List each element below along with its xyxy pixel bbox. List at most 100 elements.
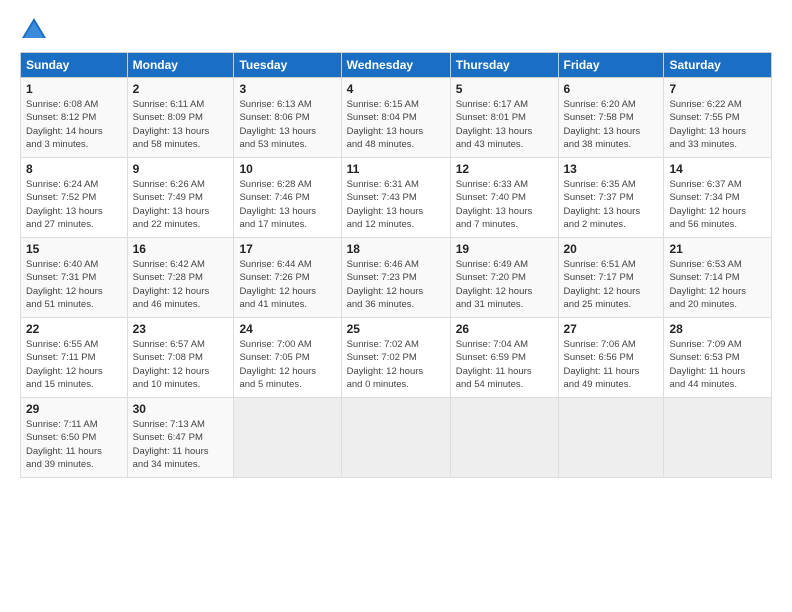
day-number: 29 bbox=[26, 402, 122, 416]
day-number: 10 bbox=[239, 162, 335, 176]
day-cell: 17 Sunrise: 6:44 AM Sunset: 7:26 PM Dayli… bbox=[234, 238, 341, 318]
day-cell: 19Sunrise: 6:49 AM Sunset: 7:20 PM Dayli… bbox=[450, 238, 558, 318]
day-cell: 13 Sunrise: 6:35 AM Sunset: 7:37 PM Dayli… bbox=[558, 158, 664, 238]
day-cell: 25 Sunrise: 7:02 AM Sunset: 7:02 PM Dayli… bbox=[341, 318, 450, 398]
day-cell bbox=[664, 398, 772, 478]
day-info: Sunrise: 6:46 AM Sunset: 7:23 PM Dayligh… bbox=[347, 258, 445, 311]
day-number: 13 bbox=[564, 162, 659, 176]
day-cell: 18 Sunrise: 6:46 AM Sunset: 7:23 PM Dayli… bbox=[341, 238, 450, 318]
logo bbox=[20, 16, 52, 44]
day-cell: 24 Sunrise: 7:00 AM Sunset: 7:05 PM Dayli… bbox=[234, 318, 341, 398]
day-number: 16 bbox=[133, 242, 229, 256]
day-cell: 30 Sunrise: 7:13 AM Sunset: 6:47 PM Dayli… bbox=[127, 398, 234, 478]
day-info: Sunrise: 6:35 AM Sunset: 7:37 PM Dayligh… bbox=[564, 178, 659, 231]
day-cell: 9 Sunrise: 6:26 AM Sunset: 7:49 PM Daylig… bbox=[127, 158, 234, 238]
day-number: 23 bbox=[133, 322, 229, 336]
day-info: Sunrise: 6:11 AM Sunset: 8:09 PM Dayligh… bbox=[133, 98, 229, 151]
day-cell: 14 Sunrise: 6:37 AM Sunset: 7:34 PM Dayli… bbox=[664, 158, 772, 238]
day-number: 14 bbox=[669, 162, 766, 176]
day-info: Sunrise: 6:40 AM Sunset: 7:31 PM Dayligh… bbox=[26, 258, 122, 311]
day-info: Sunrise: 6:24 AM Sunset: 7:52 PM Dayligh… bbox=[26, 178, 122, 231]
day-info: Sunrise: 6:57 AM Sunset: 7:08 PM Dayligh… bbox=[133, 338, 229, 391]
page: SundayMondayTuesdayWednesdayThursdayFrid… bbox=[0, 0, 792, 612]
day-number: 18 bbox=[347, 242, 445, 256]
day-info: Sunrise: 6:20 AM Sunset: 7:58 PM Dayligh… bbox=[564, 98, 659, 151]
day-info: Sunrise: 6:51 AM Sunset: 7:17 PM Dayligh… bbox=[564, 258, 659, 311]
day-info: Sunrise: 6:49 AM Sunset: 7:20 PM Dayligh… bbox=[456, 258, 553, 311]
day-number: 26 bbox=[456, 322, 553, 336]
col-header-monday: Monday bbox=[127, 53, 234, 78]
day-number: 27 bbox=[564, 322, 659, 336]
col-header-saturday: Saturday bbox=[664, 53, 772, 78]
day-number: 9 bbox=[133, 162, 229, 176]
day-cell: 1Sunrise: 6:08 AM Sunset: 8:12 PM Daylig… bbox=[21, 78, 128, 158]
logo-icon bbox=[20, 16, 48, 44]
day-cell: 8 Sunrise: 6:24 AM Sunset: 7:52 PM Daylig… bbox=[21, 158, 128, 238]
day-cell: 23 Sunrise: 6:57 AM Sunset: 7:08 PM Dayli… bbox=[127, 318, 234, 398]
col-header-thursday: Thursday bbox=[450, 53, 558, 78]
day-info: Sunrise: 6:22 AM Sunset: 7:55 PM Dayligh… bbox=[669, 98, 766, 151]
day-info: Sunrise: 6:37 AM Sunset: 7:34 PM Dayligh… bbox=[669, 178, 766, 231]
day-cell: 16Sunrise: 6:42 AM Sunset: 7:28 PM Dayli… bbox=[127, 238, 234, 318]
day-cell: 3Sunrise: 6:13 AM Sunset: 8:06 PM Daylig… bbox=[234, 78, 341, 158]
day-cell: 22 Sunrise: 6:55 AM Sunset: 7:11 PM Dayli… bbox=[21, 318, 128, 398]
day-cell: 29 Sunrise: 7:11 AM Sunset: 6:50 PM Dayli… bbox=[21, 398, 128, 478]
day-info: Sunrise: 6:31 AM Sunset: 7:43 PM Dayligh… bbox=[347, 178, 445, 231]
day-cell: 7 Sunrise: 6:22 AM Sunset: 7:55 PM Daylig… bbox=[664, 78, 772, 158]
day-info: Sunrise: 6:33 AM Sunset: 7:40 PM Dayligh… bbox=[456, 178, 553, 231]
day-info: Sunrise: 7:06 AM Sunset: 6:56 PM Dayligh… bbox=[564, 338, 659, 391]
col-header-sunday: Sunday bbox=[21, 53, 128, 78]
col-header-tuesday: Tuesday bbox=[234, 53, 341, 78]
day-number: 7 bbox=[669, 82, 766, 96]
day-info: Sunrise: 6:55 AM Sunset: 7:11 PM Dayligh… bbox=[26, 338, 122, 391]
day-info: Sunrise: 6:28 AM Sunset: 7:46 PM Dayligh… bbox=[239, 178, 335, 231]
day-cell: 6 Sunrise: 6:20 AM Sunset: 7:58 PM Daylig… bbox=[558, 78, 664, 158]
day-info: Sunrise: 7:00 AM Sunset: 7:05 PM Dayligh… bbox=[239, 338, 335, 391]
day-info: Sunrise: 6:15 AM Sunset: 8:04 PM Dayligh… bbox=[347, 98, 445, 151]
day-number: 22 bbox=[26, 322, 122, 336]
day-number: 3 bbox=[239, 82, 335, 96]
day-cell bbox=[341, 398, 450, 478]
day-number: 2 bbox=[133, 82, 229, 96]
week-row-2: 8 Sunrise: 6:24 AM Sunset: 7:52 PM Daylig… bbox=[21, 158, 772, 238]
day-cell: 26 Sunrise: 7:04 AM Sunset: 6:59 PM Dayli… bbox=[450, 318, 558, 398]
week-row-5: 29 Sunrise: 7:11 AM Sunset: 6:50 PM Dayli… bbox=[21, 398, 772, 478]
col-header-wednesday: Wednesday bbox=[341, 53, 450, 78]
day-number: 25 bbox=[347, 322, 445, 336]
day-number: 24 bbox=[239, 322, 335, 336]
day-number: 8 bbox=[26, 162, 122, 176]
day-info: Sunrise: 6:26 AM Sunset: 7:49 PM Dayligh… bbox=[133, 178, 229, 231]
day-number: 6 bbox=[564, 82, 659, 96]
day-info: Sunrise: 7:04 AM Sunset: 6:59 PM Dayligh… bbox=[456, 338, 553, 391]
week-row-3: 15Sunrise: 6:40 AM Sunset: 7:31 PM Dayli… bbox=[21, 238, 772, 318]
day-info: Sunrise: 7:11 AM Sunset: 6:50 PM Dayligh… bbox=[26, 418, 122, 471]
calendar-table: SundayMondayTuesdayWednesdayThursdayFrid… bbox=[20, 52, 772, 478]
day-info: Sunrise: 7:13 AM Sunset: 6:47 PM Dayligh… bbox=[133, 418, 229, 471]
day-info: Sunrise: 6:17 AM Sunset: 8:01 PM Dayligh… bbox=[456, 98, 553, 151]
day-cell: 10 Sunrise: 6:28 AM Sunset: 7:46 PM Dayli… bbox=[234, 158, 341, 238]
day-cell: 4Sunrise: 6:15 AM Sunset: 8:04 PM Daylig… bbox=[341, 78, 450, 158]
day-cell: 28Sunrise: 7:09 AM Sunset: 6:53 PM Dayli… bbox=[664, 318, 772, 398]
day-number: 5 bbox=[456, 82, 553, 96]
day-cell: 5 Sunrise: 6:17 AM Sunset: 8:01 PM Daylig… bbox=[450, 78, 558, 158]
header bbox=[20, 16, 772, 44]
col-header-friday: Friday bbox=[558, 53, 664, 78]
day-cell bbox=[234, 398, 341, 478]
day-cell: 11Sunrise: 6:31 AM Sunset: 7:43 PM Dayli… bbox=[341, 158, 450, 238]
day-number: 17 bbox=[239, 242, 335, 256]
day-info: Sunrise: 6:44 AM Sunset: 7:26 PM Dayligh… bbox=[239, 258, 335, 311]
day-number: 12 bbox=[456, 162, 553, 176]
week-row-1: 1Sunrise: 6:08 AM Sunset: 8:12 PM Daylig… bbox=[21, 78, 772, 158]
day-number: 30 bbox=[133, 402, 229, 416]
calendar-body: 1Sunrise: 6:08 AM Sunset: 8:12 PM Daylig… bbox=[21, 78, 772, 478]
day-number: 1 bbox=[26, 82, 122, 96]
day-number: 21 bbox=[669, 242, 766, 256]
day-number: 20 bbox=[564, 242, 659, 256]
day-cell: 12 Sunrise: 6:33 AM Sunset: 7:40 PM Dayli… bbox=[450, 158, 558, 238]
day-cell: 15Sunrise: 6:40 AM Sunset: 7:31 PM Dayli… bbox=[21, 238, 128, 318]
week-row-4: 22 Sunrise: 6:55 AM Sunset: 7:11 PM Dayli… bbox=[21, 318, 772, 398]
day-cell bbox=[450, 398, 558, 478]
day-info: Sunrise: 7:02 AM Sunset: 7:02 PM Dayligh… bbox=[347, 338, 445, 391]
day-cell: 21 Sunrise: 6:53 AM Sunset: 7:14 PM Dayli… bbox=[664, 238, 772, 318]
day-info: Sunrise: 6:53 AM Sunset: 7:14 PM Dayligh… bbox=[669, 258, 766, 311]
